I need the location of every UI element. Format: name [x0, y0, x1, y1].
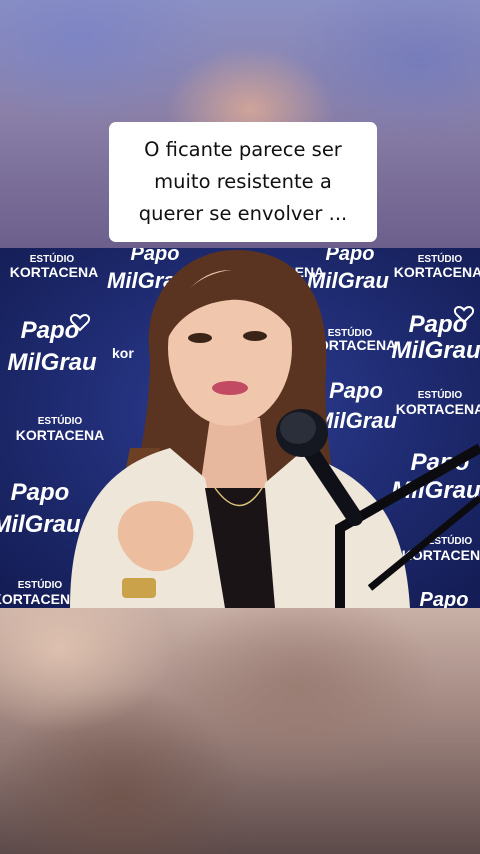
video-frame[interactable]: ESTÚDIO KORTACENA Papo MilGrau KORTACENA… [0, 248, 480, 608]
caption-line-1: O ficante parece ser [144, 138, 342, 161]
caption-box: O ficante parece ser muito resistente a … [109, 122, 377, 242]
video-post-screen: O ficante parece ser muito resistente a … [0, 0, 480, 854]
caption-text: O ficante parece ser muito resistente a … [139, 134, 347, 230]
caption-line-2: muito resistente a [154, 170, 332, 193]
speaker-person [0, 248, 480, 608]
blurred-background-bottom [0, 608, 480, 854]
caption-line-3: querer se envolver ... [138, 202, 348, 225]
watch [122, 578, 156, 598]
lips [212, 381, 248, 395]
neck [200, 418, 268, 488]
